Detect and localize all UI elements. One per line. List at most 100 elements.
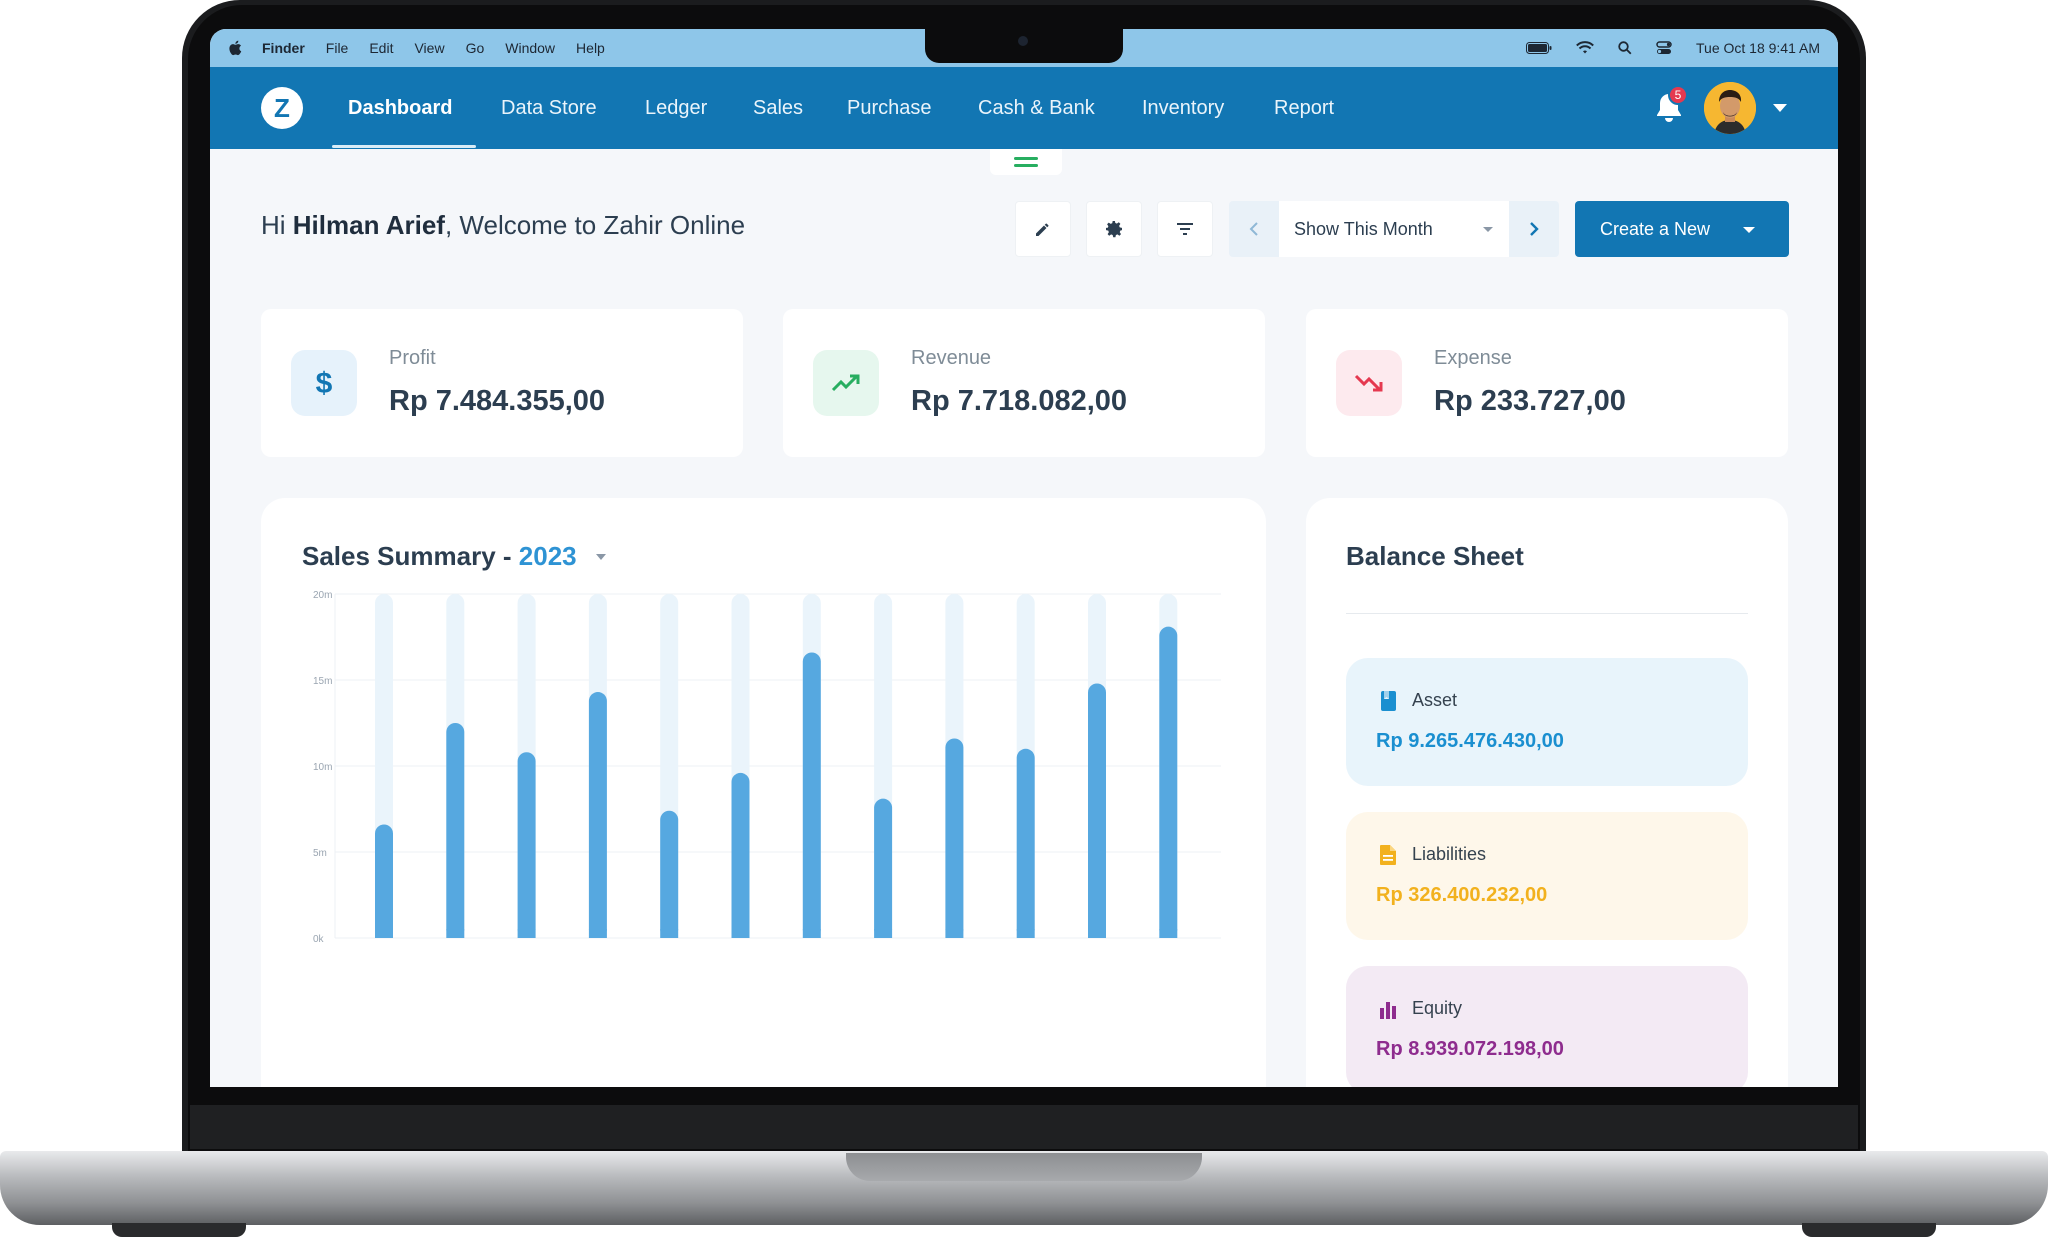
expense-card[interactable]: Expense Rp 233.727,00	[1306, 309, 1788, 457]
bar-chart-icon	[1380, 1002, 1396, 1019]
previous-period-button[interactable]	[1229, 201, 1279, 257]
sales-bar[interactable]	[588, 692, 607, 938]
sales-bar[interactable]	[1159, 626, 1178, 938]
sales-bar[interactable]	[874, 798, 893, 938]
period-label: Show This Month	[1294, 218, 1433, 239]
settings-button[interactable]	[1086, 201, 1142, 257]
sales-bar-base	[1016, 929, 1035, 938]
nav-report[interactable]: Report	[1274, 67, 1334, 149]
sales-bar[interactable]	[802, 652, 821, 938]
menu-edit[interactable]: Edit	[369, 40, 393, 56]
avatar-photo	[1704, 82, 1756, 134]
menubar-clock[interactable]: Tue Oct 18 9:41 AM	[1696, 40, 1820, 56]
sales-bar[interactable]	[660, 810, 679, 938]
y-tick-label: 0k	[313, 934, 325, 945]
menu-view[interactable]: View	[414, 40, 444, 56]
create-new-button[interactable]: Create a New	[1575, 201, 1789, 257]
y-tick-label: 10m	[313, 762, 332, 773]
chevron-left-icon	[1249, 222, 1258, 236]
nav-sales[interactable]: Sales	[753, 67, 803, 149]
sales-bar-base	[1159, 929, 1178, 938]
nav-inventory[interactable]: Inventory	[1142, 67, 1224, 149]
menu-go[interactable]: Go	[466, 40, 485, 56]
create-new-label: Create a New	[1600, 218, 1711, 239]
sales-bar-base	[945, 929, 964, 938]
y-tick-label: 20m	[313, 590, 332, 601]
sales-bar[interactable]	[945, 738, 964, 938]
laptop-base-notch	[846, 1153, 1202, 1181]
sales-bar-base	[588, 929, 607, 938]
chevron-down-icon	[1483, 227, 1493, 232]
apple-icon[interactable]	[228, 40, 242, 56]
next-period-button[interactable]	[1509, 201, 1559, 257]
sales-bar[interactable]	[1088, 683, 1106, 938]
sales-bar-base	[660, 929, 679, 938]
active-tab-indicator	[332, 145, 476, 148]
control-center-icon[interactable]	[1656, 41, 1672, 55]
stat-value: Rp 7.718.082,00	[911, 385, 1128, 417]
nav-data-store[interactable]: Data Store	[501, 67, 597, 149]
zahir-logo[interactable]: Z	[261, 87, 303, 129]
sales-bar-base	[802, 929, 821, 938]
avatar[interactable]	[1704, 82, 1756, 134]
stat-label: Profit	[389, 347, 436, 369]
balance-sheet-card: Balance Sheet Asset Rp 9.265.476.430,00 …	[1306, 498, 1788, 1087]
edit-button[interactable]	[1015, 201, 1071, 257]
book-icon	[1381, 691, 1396, 711]
chevron-down-icon[interactable]	[1773, 104, 1787, 112]
laptop-chin	[190, 1105, 1858, 1149]
y-tick-label: 5m	[313, 848, 327, 859]
y-tick-label: 15m	[313, 676, 332, 687]
menu-window[interactable]: Window	[505, 40, 555, 56]
stat-value: Rp 7.484.355,00	[389, 385, 606, 417]
sales-bar-base	[517, 929, 536, 938]
battery-icon[interactable]	[1526, 42, 1552, 54]
sales-bar-chart: 0k 5m 10m 15m 20m	[313, 590, 1221, 945]
spotlight-search-icon[interactable]	[1618, 41, 1632, 55]
profit-card[interactable]: $ Profit Rp 7.484.355,00	[261, 309, 743, 457]
period-selector: Show This Month	[1229, 201, 1559, 257]
nav-ledger[interactable]: Ledger	[645, 67, 707, 149]
screen: Finder File Edit View Go Window Help Tue…	[210, 29, 1838, 1087]
asset-label: Asset	[1412, 690, 1458, 710]
revenue-card[interactable]: Revenue Rp 7.718.082,00	[783, 309, 1265, 457]
liabilities-item[interactable]: Liabilities Rp 326.400.232,00	[1346, 812, 1748, 940]
filter-icon	[1177, 223, 1193, 235]
sales-bar[interactable]	[1016, 748, 1035, 938]
sales-bar[interactable]	[446, 723, 465, 938]
laptop-foot-right	[1802, 1223, 1936, 1237]
top-navigation: Z Dashboard Data Store Ledger Sales Purc…	[210, 67, 1838, 149]
nav-cash-bank[interactable]: Cash & Bank	[978, 67, 1095, 149]
menu-file[interactable]: File	[326, 40, 349, 56]
chevron-down-icon[interactable]	[596, 554, 606, 560]
equity-item[interactable]: Equity Rp 8.939.072.198,00	[1346, 966, 1748, 1087]
sales-bar[interactable]	[375, 824, 393, 938]
sales-bar-base	[731, 929, 750, 938]
year-selector[interactable]: 2023	[519, 541, 577, 571]
asset-item[interactable]: Asset Rp 9.265.476.430,00	[1346, 658, 1748, 786]
menu-finder[interactable]: Finder	[262, 40, 305, 56]
equity-label: Equity	[1412, 998, 1463, 1018]
sales-bar-base	[1088, 929, 1106, 938]
document-icon	[1380, 845, 1396, 865]
nav-purchase[interactable]: Purchase	[847, 67, 932, 149]
period-dropdown[interactable]: Show This Month	[1279, 201, 1509, 257]
notification-badge: 5	[1668, 85, 1688, 105]
sales-summary-card: Sales Summary - 2023 0k 5m 10m 15m 20m	[261, 498, 1266, 1087]
laptop-foot-left	[112, 1223, 246, 1237]
page-title: Hi Hilman Arief, Welcome to Zahir Online	[261, 210, 746, 240]
liabilities-label: Liabilities	[1412, 844, 1487, 864]
sales-bar-base	[446, 929, 465, 938]
nav-dashboard[interactable]: Dashboard	[348, 67, 452, 149]
sales-bar[interactable]	[517, 752, 536, 938]
wifi-icon[interactable]	[1576, 41, 1594, 55]
drag-handle[interactable]	[990, 149, 1062, 175]
liabilities-value: Rp 326.400.232,00	[1376, 884, 1548, 906]
sales-bar[interactable]	[731, 772, 750, 938]
filter-button[interactable]	[1157, 201, 1213, 257]
trending-up-icon	[813, 350, 879, 416]
sales-bar-base	[375, 929, 393, 938]
gear-icon	[1106, 221, 1122, 238]
balance-sheet-title: Balance Sheet	[1346, 541, 1524, 571]
menu-help[interactable]: Help	[576, 40, 605, 56]
